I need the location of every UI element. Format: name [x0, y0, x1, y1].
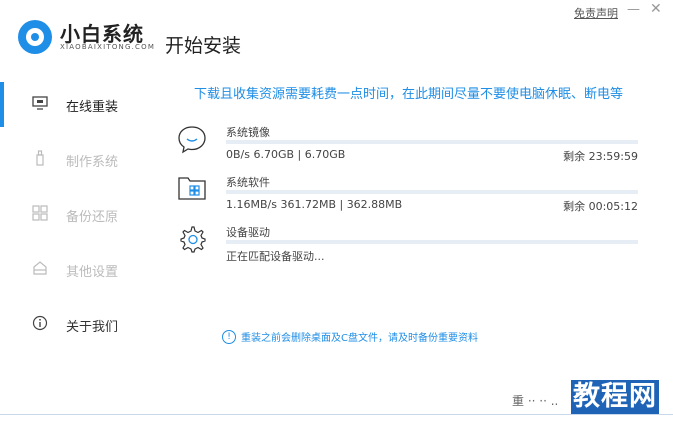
sidebar-item-label: 制作系统	[66, 154, 119, 170]
info-icon: !	[222, 329, 236, 344]
sidebar-active-indicator	[0, 82, 4, 127]
task-progress-bar	[226, 240, 638, 244]
app-logo	[18, 20, 52, 54]
gear-icon	[176, 223, 208, 253]
task-remaining: 剩余 00:05:12	[563, 200, 638, 213]
usb-icon	[32, 150, 54, 170]
brand-domain: XIAOBAIXITONG.COM	[60, 43, 156, 51]
task-progress-bar	[226, 140, 638, 144]
sidebar-item-label: 备份还原	[66, 209, 119, 225]
chat-bubble-icon	[176, 124, 208, 154]
settings-box-icon	[32, 260, 54, 280]
watermark: 教程网	[571, 380, 659, 414]
sidebar-item-make-system[interactable]: 制作系统	[32, 148, 118, 172]
task-remaining: 剩余 23:59:59	[563, 150, 638, 163]
disclaimer-link[interactable]: 免责声明	[574, 5, 618, 21]
sidebar-item-label: 在线重装	[66, 99, 119, 115]
minimize-button[interactable]: —	[627, 2, 640, 17]
sidebar-item-online-reinstall[interactable]: 在线重装	[32, 93, 118, 117]
task-name: 设备驱动	[226, 226, 270, 239]
backup-warning: ! 重装之前会删除桌面及C盘文件，请及时备份重要资料	[222, 329, 478, 344]
sidebar-item-other-settings[interactable]: 其他设置	[32, 258, 118, 282]
footer-divider	[0, 414, 673, 415]
task-progress-bar	[226, 190, 638, 194]
watermark-fragment: 重 ·· ·· ..	[512, 394, 559, 408]
info-icon	[32, 315, 54, 335]
task-stats: 正在匹配设备驱动...	[226, 250, 325, 263]
folder-icon	[176, 172, 208, 200]
task-stats: 0B/s 6.70GB | 6.70GB	[226, 148, 346, 161]
task-name: 系统镜像	[226, 126, 270, 139]
sidebar-item-label: 其他设置	[66, 264, 119, 280]
task-name: 系统软件	[226, 176, 270, 189]
close-button[interactable]: ✕	[650, 1, 662, 17]
monitor-icon	[32, 96, 54, 114]
task-stats: 1.16MB/s 361.72MB | 362.88MB	[226, 198, 403, 211]
sidebar-item-about-us[interactable]: 关于我们	[32, 313, 118, 337]
sidebar-item-label: 关于我们	[66, 319, 119, 335]
sidebar-item-backup-restore[interactable]: 备份还原	[32, 203, 118, 227]
download-notice: 下载且收集资源需要耗费一点时间，在此期间尽量不要使电脑休眠、断电等	[194, 87, 624, 102]
page-title: 开始安装	[165, 35, 242, 57]
backup-icon	[32, 205, 54, 225]
warning-text: 重装之前会删除桌面及C盘文件，请及时备份重要资料	[241, 333, 478, 344]
